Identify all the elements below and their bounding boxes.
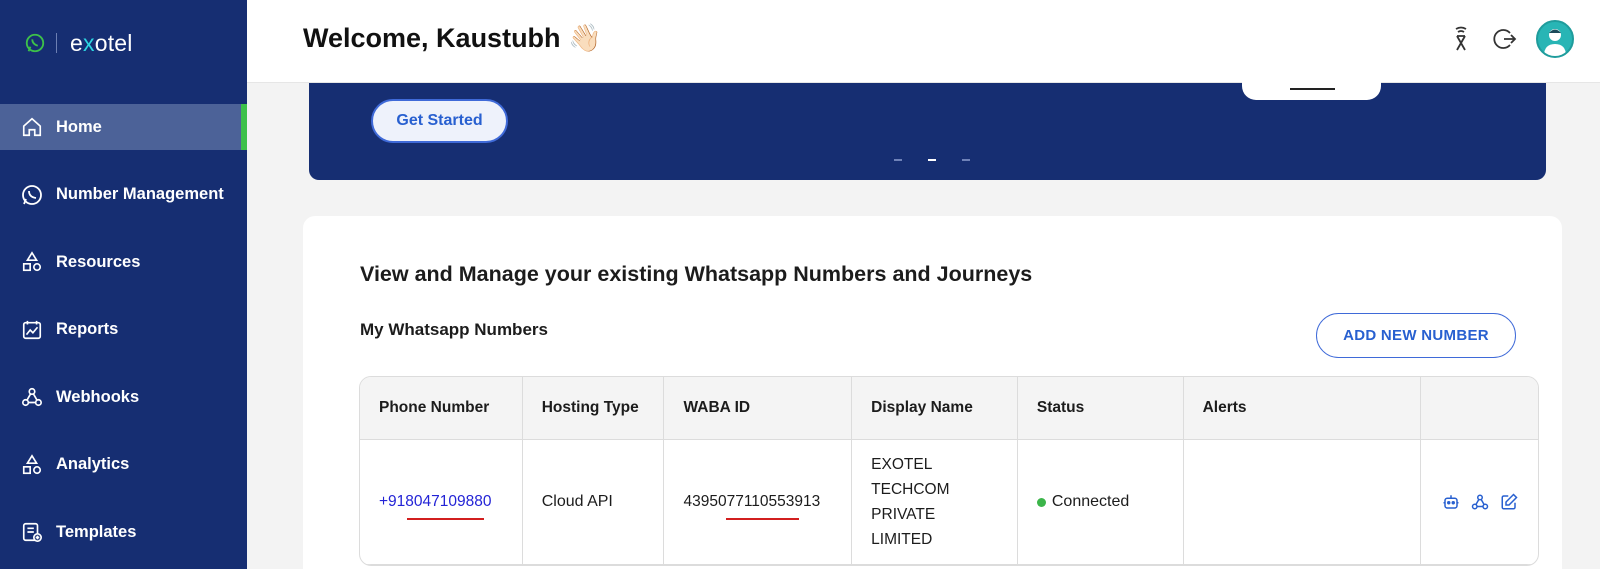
add-new-number-button[interactable]: ADD NEW NUMBER <box>1316 313 1516 358</box>
sidebar-item-label: Resources <box>56 252 141 271</box>
carousel-dot[interactable] <box>894 159 902 161</box>
carousel-dots <box>894 159 996 161</box>
template-icon <box>20 520 44 544</box>
shapes-icon <box>20 453 44 477</box>
banner-card-fragment <box>1242 81 1381 100</box>
sidebar-item-analytics[interactable]: Analytics <box>0 442 247 488</box>
sidebar-item-label: Number Management <box>56 185 224 203</box>
status-cell: Connected <box>1018 440 1184 564</box>
whatsapp-logo-icon <box>25 33 45 53</box>
sidebar-nav: Home Number Management Resources Reports… <box>0 104 247 569</box>
actions-cell <box>1421 440 1538 564</box>
col-header-actions <box>1421 377 1538 439</box>
get-started-button[interactable]: Get Started <box>371 99 508 143</box>
sidebar: exotel Home Number Management Resources … <box>0 0 247 569</box>
sidebar-item-label: Webhooks <box>56 387 140 406</box>
webhook-icon[interactable] <box>1470 492 1490 512</box>
col-header-hosting: Hosting Type <box>523 377 665 439</box>
avatar[interactable] <box>1536 20 1574 58</box>
whatsapp-icon <box>20 183 44 207</box>
col-header-status: Status <box>1018 377 1184 439</box>
header-actions <box>1430 20 1574 58</box>
section-subtitle: My Whatsapp Numbers <box>360 320 548 339</box>
status-badge: Connected <box>1051 493 1130 510</box>
display-name-cell: EXOTEL TECHCOM PRIVATE LIMITED <box>852 440 1018 564</box>
row-divider <box>360 564 1538 565</box>
sidebar-item-label: Reports <box>56 320 119 338</box>
promo-banner: Get Started <box>309 81 1546 180</box>
col-header-alerts: Alerts <box>1184 377 1422 439</box>
sidebar-item-number-management[interactable]: Number Management <box>0 172 247 218</box>
sidebar-item-label: Analytics <box>56 455 130 473</box>
edit-icon[interactable] <box>1499 492 1519 512</box>
signal-tower-icon[interactable] <box>1448 26 1474 52</box>
shapes-icon <box>20 250 44 274</box>
exotel-wordmark: exotel <box>70 29 133 56</box>
brand-logo[interactable]: exotel <box>24 28 133 58</box>
chart-icon <box>20 318 44 342</box>
home-icon <box>20 115 44 139</box>
carousel-dot-active[interactable] <box>928 159 936 161</box>
webhook-icon <box>20 385 44 409</box>
sidebar-item-label: Home <box>56 117 102 136</box>
sidebar-item-templates[interactable]: Templates <box>0 509 247 555</box>
col-header-phone: Phone Number <box>360 377 523 439</box>
brand-separator <box>56 33 57 53</box>
hosting-cell: Cloud API <box>523 440 665 564</box>
numbers-card: View and Manage your existing Whatsapp N… <box>303 216 1562 569</box>
waba-cell: 4395077110553913 <box>664 440 853 564</box>
phone-number-link[interactable]: +918047109880 <box>379 493 492 520</box>
carousel-dot[interactable] <box>962 159 970 161</box>
sidebar-item-resources[interactable]: Resources <box>0 239 247 285</box>
sidebar-item-label: Templates <box>56 522 137 541</box>
top-header: Welcome, Kaustubh 👋🏻 <box>247 0 1600 83</box>
table-row: +918047109880 Cloud API 4395077110553913… <box>360 440 1538 564</box>
table-header-row: Phone Number Hosting Type WABA ID Displa… <box>360 377 1538 440</box>
phone-cell: +918047109880 <box>360 440 523 564</box>
display-name: EXOTEL TECHCOM PRIVATE LIMITED <box>871 456 950 548</box>
status-dot <box>1036 497 1046 507</box>
numbers-table: Phone Number Hosting Type WABA ID Displa… <box>359 376 1539 566</box>
page-title: Welcome, Kaustubh 👋🏻 <box>303 23 602 53</box>
waba-id: 4395077110553913 <box>683 493 820 520</box>
bot-icon[interactable] <box>1441 492 1461 512</box>
sidebar-item-home[interactable]: Home <box>0 104 247 150</box>
logout-icon[interactable] <box>1492 26 1518 52</box>
section-title: View and Manage your existing Whatsapp N… <box>360 262 1033 286</box>
col-header-display-name: Display Name <box>852 377 1018 439</box>
alerts-cell <box>1184 440 1422 564</box>
sidebar-item-reports[interactable]: Reports <box>0 307 247 353</box>
col-header-waba: WABA ID <box>664 377 853 439</box>
sidebar-item-webhooks[interactable]: Webhooks <box>0 374 247 420</box>
